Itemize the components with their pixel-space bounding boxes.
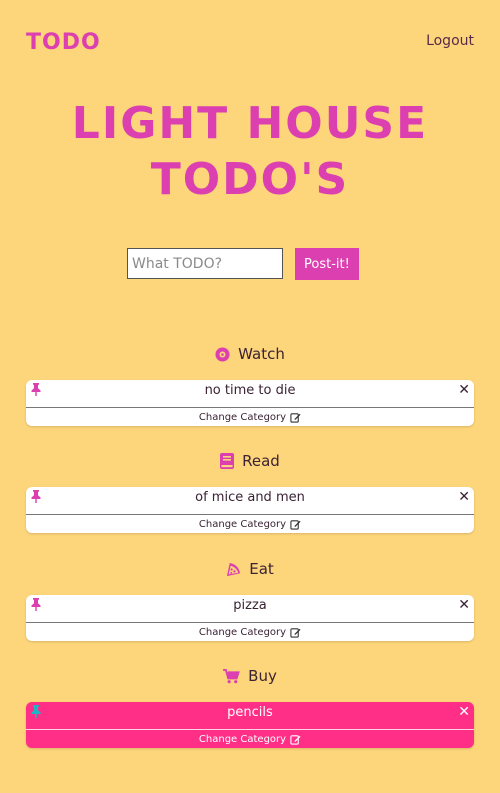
category-title-eat: Eat: [0, 560, 500, 578]
category-title-read: Read: [0, 452, 500, 470]
page-title: LIGHT HOUSE TODO'S: [0, 96, 500, 208]
todo-text: pencils: [227, 705, 273, 720]
page-title-line1: LIGHT HOUSE: [71, 98, 429, 149]
cart-icon: [223, 668, 240, 683]
edit-icon: [290, 412, 301, 423]
post-it-button[interactable]: Post-it!: [295, 248, 359, 280]
edit-icon: [290, 627, 301, 638]
new-todo-form: Post-it!: [127, 248, 359, 280]
category-title-watch: Watch: [0, 345, 500, 363]
change-category-label: Change Category: [198, 626, 287, 638]
pizza-icon: [227, 562, 241, 576]
change-category-button[interactable]: Change Category: [26, 515, 474, 533]
page-title-line2: TODO'S: [150, 154, 350, 205]
todo-input[interactable]: [127, 248, 283, 279]
change-category-label: Change Category: [198, 518, 287, 530]
change-category-label: Change Category: [198, 411, 287, 423]
category-label: Buy: [248, 667, 277, 685]
todo-card: pizza ✕ Change Category: [26, 595, 474, 641]
category-label: Watch: [238, 345, 285, 363]
change-category-label: Change Category: [198, 733, 287, 745]
pin-icon[interactable]: [30, 598, 42, 611]
todo-text: of mice and men: [195, 490, 305, 505]
category-label: Read: [242, 452, 280, 470]
pin-icon[interactable]: [30, 490, 42, 503]
delete-icon[interactable]: ✕: [458, 702, 470, 722]
todo-card: of mice and men ✕ Change Category: [26, 487, 474, 533]
pin-icon[interactable]: [30, 705, 42, 718]
brand-logo[interactable]: TODO: [26, 30, 101, 55]
change-category-button[interactable]: Change Category: [26, 730, 474, 748]
delete-icon[interactable]: ✕: [458, 380, 470, 400]
category-title-buy: Buy: [0, 667, 500, 685]
pin-icon[interactable]: [30, 383, 42, 396]
todo-card: no time to die ✕ Change Category: [26, 380, 474, 426]
category-label: Eat: [249, 560, 274, 578]
edit-icon: [290, 519, 301, 530]
logout-link[interactable]: Logout: [426, 33, 474, 49]
todo-text: pizza: [233, 598, 267, 613]
edit-icon: [290, 734, 301, 745]
todo-card-highlighted: pencils ✕ Change Category: [26, 702, 474, 748]
delete-icon[interactable]: ✕: [458, 487, 470, 507]
film-reel-icon: [215, 346, 230, 362]
change-category-button[interactable]: Change Category: [26, 623, 474, 641]
book-icon: [220, 453, 235, 469]
change-category-button[interactable]: Change Category: [26, 408, 474, 426]
delete-icon[interactable]: ✕: [458, 595, 470, 615]
todo-text: no time to die: [204, 383, 296, 398]
